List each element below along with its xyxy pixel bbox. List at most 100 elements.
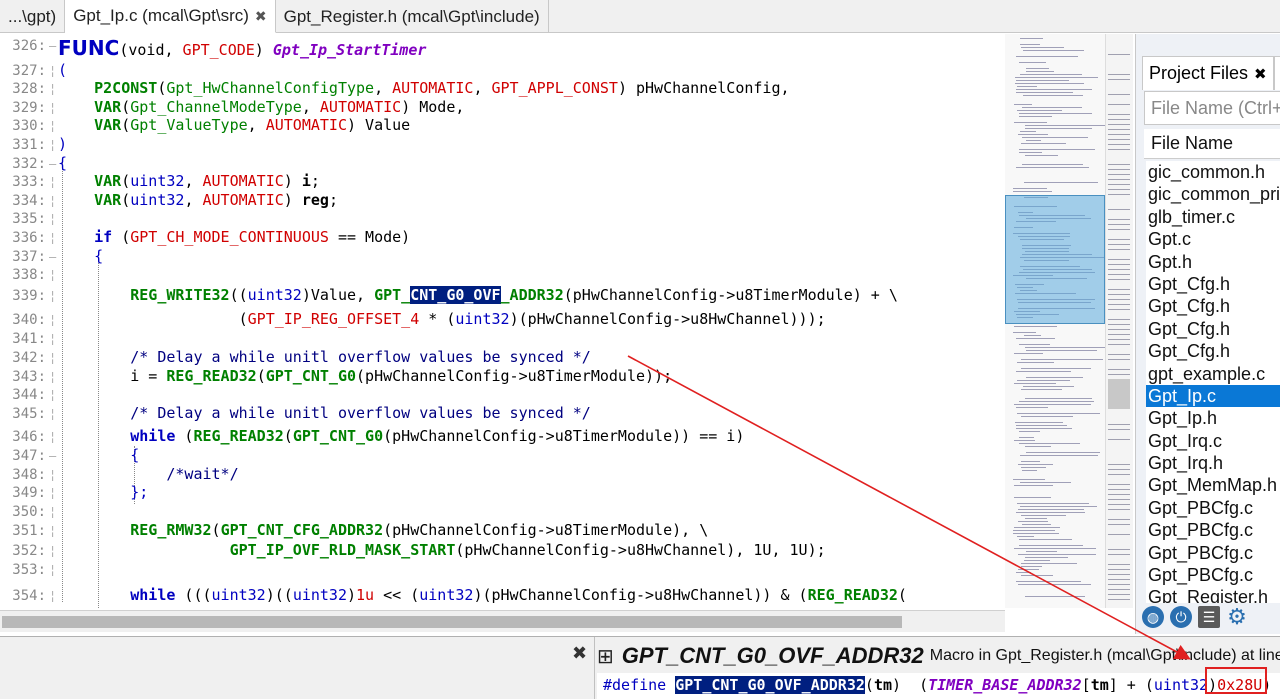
tab-gpt-folder[interactable]: ...\gpt) [0, 0, 66, 33]
file-list-item[interactable]: Gpt_PBCfg.c [1146, 542, 1280, 564]
highlighted-symbol[interactable]: CNT_G0_OVF [410, 286, 501, 304]
fold-marker[interactable]: ¦ [49, 388, 56, 402]
tab-gpt-ip-c[interactable]: Gpt_Ip.c (mcal\Gpt\src) ✖ [65, 0, 276, 33]
file-list-item[interactable]: Gpt_Cfg.h [1146, 295, 1280, 317]
file-list-item[interactable]: Gpt_Ip.h [1146, 407, 1280, 429]
globe-icon[interactable]: ◍ [1142, 606, 1164, 628]
close-icon[interactable]: ✖ [572, 643, 587, 664]
code-editor[interactable]: 326: –327: ¦ 328: ¦ 329: ¦ 330: ¦ 331: ¦ 332: –333: ¦… [0, 34, 1005, 608]
minimap-line [1014, 527, 1060, 528]
fold-marker[interactable]: – [49, 250, 56, 264]
file-list-item[interactable]: gic_common_priv [1146, 183, 1280, 205]
fold-marker[interactable]: ¦ [49, 64, 56, 78]
gear-icon[interactable]: ⚙ [1226, 604, 1248, 629]
fold-marker[interactable]: ¦ [49, 289, 56, 303]
horizontal-scroll-thumb[interactable] [2, 616, 902, 628]
fold-marker[interactable]: ¦ [49, 119, 56, 133]
scrollbar-marker [1108, 179, 1130, 180]
close-icon[interactable]: ✖ [255, 8, 267, 25]
minimap-line [1013, 479, 1045, 480]
vertical-scroll-thumb[interactable] [1108, 379, 1130, 409]
line-number: 346: [12, 429, 46, 445]
fold-marker[interactable]: – [49, 39, 56, 53]
file-list-item[interactable]: Gpt_PBCfg.c [1146, 564, 1280, 586]
fold-marker[interactable]: ¦ [49, 268, 56, 282]
file-list-item[interactable]: Gpt_PBCfg.c [1146, 497, 1280, 519]
file-list-item[interactable]: Gpt_MemMap.h [1146, 474, 1280, 496]
line-number: 329: [12, 100, 46, 116]
scrollbar-marker [1108, 319, 1130, 320]
fold-marker[interactable]: ¦ [49, 486, 56, 500]
scrollbar-marker [1108, 549, 1130, 550]
file-list-item[interactable]: Gpt.h [1146, 251, 1280, 273]
file-list-item[interactable]: Gpt_Cfg.h [1146, 318, 1280, 340]
minimap-line [1019, 401, 1094, 402]
tab-project-files[interactable]: Project Files ✖ [1142, 56, 1274, 90]
fold-marker[interactable]: ¦ [49, 82, 56, 96]
code-minimap[interactable] [1005, 34, 1105, 608]
fold-marker[interactable]: ¦ [49, 231, 56, 245]
tab-gpt-register-h[interactable]: Gpt_Register.h (mcal\Gpt\include) [276, 0, 549, 33]
minimap-line [1026, 350, 1097, 351]
file-name-column-header[interactable]: File Name [1144, 129, 1280, 159]
file-list-item[interactable]: Gpt_PBCfg.c [1146, 519, 1280, 541]
fold-marker[interactable]: ¦ [49, 544, 56, 558]
minimap-line [1025, 155, 1058, 156]
file-list-item[interactable]: glb_timer.c [1146, 206, 1280, 228]
minimap-line [1021, 575, 1053, 576]
list-icon[interactable]: ☰ [1198, 606, 1220, 628]
minimap-viewport[interactable] [1005, 195, 1105, 324]
fold-marker[interactable]: ¦ [49, 589, 56, 603]
vertical-scrollbar[interactable] [1105, 34, 1133, 608]
fold-marker[interactable]: – [49, 157, 56, 171]
minimap-line [1026, 551, 1057, 552]
fold-marker[interactable]: ¦ [49, 370, 56, 384]
file-list-item[interactable]: Gpt_Irq.c [1146, 430, 1280, 452]
fold-marker[interactable]: ¦ [49, 332, 56, 346]
file-list-item[interactable]: Gpt_Register.h [1146, 586, 1280, 603]
minimap-line [1018, 584, 1091, 585]
definition-symbol[interactable]: GPT_CNT_G0_OVF_ADDR32 [675, 676, 865, 694]
fold-marker[interactable]: ¦ [49, 563, 56, 577]
file-list-item[interactable]: Gpt_Cfg.h [1146, 340, 1280, 362]
scrollbar-marker [1108, 359, 1130, 360]
file-list-item[interactable]: Gpt.c [1146, 228, 1280, 250]
fold-marker[interactable]: ¦ [49, 194, 56, 208]
minimap-line [1019, 539, 1072, 540]
fold-marker[interactable]: ¦ [49, 175, 56, 189]
fold-marker[interactable]: ¦ [49, 505, 56, 519]
fold-marker[interactable]: ¦ [49, 351, 56, 365]
fold-marker[interactable]: ¦ [49, 212, 56, 226]
file-list-item[interactable]: Gpt_Cfg.h [1146, 273, 1280, 295]
minimap-line [1025, 446, 1051, 447]
minimap-line [1026, 140, 1041, 141]
file-list-item[interactable]: gic_common.h [1146, 161, 1280, 183]
fold-marker[interactable]: ¦ [49, 407, 56, 421]
minimap-line [1014, 497, 1051, 498]
file-list-item[interactable]: Gpt_Irq.h [1146, 452, 1280, 474]
file-list-item[interactable]: gpt_example.c [1146, 363, 1280, 385]
fold-marker[interactable]: ¦ [49, 313, 56, 327]
horizontal-scrollbar[interactable] [0, 610, 1005, 632]
tab-other[interactable]: F [1273, 56, 1280, 90]
fold-marker[interactable]: – [49, 449, 56, 463]
minimap-line [1019, 437, 1034, 438]
file-list-item[interactable]: Gpt_Ip.c [1146, 384, 1280, 408]
scrollbar-marker [1108, 294, 1130, 295]
power-icon[interactable]: ⏻ [1170, 606, 1192, 628]
close-icon[interactable]: ✖ [1254, 65, 1267, 83]
macro-definition: #define GPT_CNT_G0_OVF_ADDR32(tm) (TIMER… [597, 673, 1280, 699]
fold-marker[interactable]: ¦ [49, 138, 56, 152]
fold-marker[interactable]: ¦ [49, 468, 56, 482]
scrollbar-marker [1108, 104, 1130, 105]
scrollbar-marker [1108, 249, 1130, 250]
function-name[interactable]: Gpt_Ip_StartTimer [273, 41, 427, 59]
output-panel: ✖ [0, 637, 595, 699]
line-number: 343: [12, 369, 46, 385]
line-number: 332: [12, 156, 46, 172]
fold-marker[interactable]: ¦ [49, 524, 56, 538]
fold-marker[interactable]: ¦ [49, 101, 56, 115]
symbol-name[interactable]: GPT_CNT_G0_OVF_ADDR32 [622, 643, 924, 669]
file-search-input[interactable]: File Name (Ctrl+ [1144, 91, 1280, 125]
fold-marker[interactable]: ¦ [49, 430, 56, 444]
